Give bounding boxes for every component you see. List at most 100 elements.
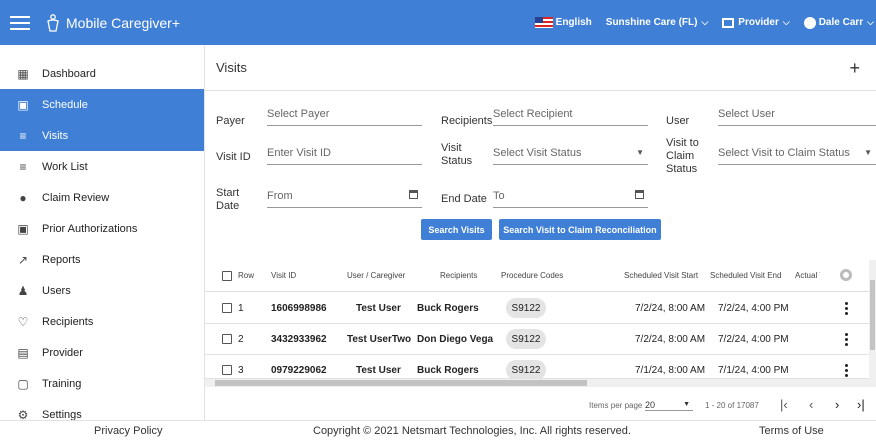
items-per-page-select[interactable]: 20 ▼ — [645, 400, 693, 411]
sidebar-item-label: Training — [42, 377, 82, 390]
row-actions-icon[interactable] — [845, 364, 848, 378]
row-number: 2 — [238, 334, 244, 345]
training-icon: ▢ — [17, 376, 29, 391]
row-checkbox[interactable] — [222, 365, 232, 375]
calendar-icon[interactable] — [409, 190, 418, 199]
visit-status-label: Visit Status — [441, 142, 473, 167]
last-page-icon[interactable]: ›| — [857, 397, 865, 412]
filter-icon: ≡ — [19, 128, 27, 143]
table-row[interactable]: 2 3432933962 Test UserTwo Don Diego Vega… — [205, 324, 876, 355]
next-page-icon[interactable]: › — [835, 397, 839, 412]
role-selector[interactable]: Provider ⌵ — [722, 17, 790, 28]
visit-start-cell: 7/2/24, 8:00 AM — [635, 334, 706, 345]
items-per-page-value: 20 — [645, 400, 656, 410]
procedure-code-chip: S9122 — [506, 298, 546, 318]
recipients-select[interactable]: Select Recipient — [493, 106, 648, 126]
scroll-thumb[interactable] — [215, 380, 587, 386]
visit-id-input[interactable]: Enter Visit ID — [267, 145, 422, 165]
table-horizontal-scrollbar[interactable] — [205, 379, 876, 387]
chevron-down-icon: ⌵ — [701, 17, 709, 27]
page-header: Visits + — [205, 45, 876, 91]
payer-label: Payer — [216, 115, 245, 127]
row-checkbox[interactable] — [222, 334, 232, 344]
calendar-check-icon: ▣ — [17, 221, 29, 236]
us-flag-icon — [534, 17, 553, 28]
sidebar-item-label: Reports — [42, 253, 81, 266]
start-date-input[interactable]: From — [267, 188, 422, 208]
agency-selector[interactable]: Sunshine Care (FL) ⌵ — [606, 17, 709, 28]
sidebar-item-visits[interactable]: ≡ Visits — [0, 120, 204, 151]
sidebar-item-claim-review[interactable]: ● Claim Review — [0, 182, 204, 213]
sidebar-item-work-list[interactable]: ≡ Work List — [0, 151, 204, 182]
end-date-label: End Date — [441, 193, 487, 205]
brand: Mobile Caregiver+ — [46, 13, 180, 32]
column-header-row: Row — [238, 271, 255, 280]
user-menu[interactable]: Dale Carr ⌵ — [803, 16, 874, 29]
privacy-policy-link[interactable]: Privacy Policy — [94, 425, 162, 437]
alert-icon: ● — [19, 190, 27, 205]
menu-icon[interactable] — [10, 15, 30, 30]
user-cell: Test UserTwo — [347, 334, 412, 345]
page-title: Visits — [216, 60, 247, 75]
claim-status-select[interactable]: Select Visit to Claim Status ▼ — [718, 145, 876, 165]
sidebar-item-prior-authorizations[interactable]: ▣ Prior Authorizations — [0, 213, 204, 244]
row-actions-icon[interactable] — [845, 302, 848, 317]
copyright-text: Copyright © 2021 Netsmart Technologies, … — [313, 425, 631, 437]
sidebar: ▦ Dashboard ▣ Schedule ≡ Visits ≡ Work L… — [0, 58, 204, 421]
sidebar-item-schedule[interactable]: ▣ Schedule — [0, 89, 204, 120]
scroll-thumb[interactable] — [870, 280, 875, 350]
calendar-icon: ▣ — [17, 97, 29, 112]
recipient-cell: Don Diego Vega — [417, 334, 494, 345]
sidebar-item-label: Settings — [42, 408, 82, 421]
visit-start-cell: 7/1/24, 8:00 AM — [635, 365, 706, 376]
sidebar-item-training[interactable]: ▢ Training — [0, 368, 204, 399]
calendar-icon[interactable] — [635, 190, 644, 199]
terms-of-use-link[interactable]: Terms of Use — [759, 425, 824, 437]
procedure-code-chip: S9122 — [506, 329, 546, 349]
end-date-input[interactable]: To — [493, 188, 648, 208]
account-icon — [803, 16, 816, 29]
dropdown-arrow-icon: ▼ — [636, 148, 644, 157]
language-label: English — [555, 17, 592, 28]
row-checkbox[interactable] — [222, 303, 232, 313]
table-row[interactable]: 3 0979229062 Test User Buck Rogers S9122… — [205, 355, 876, 379]
column-header-actual-visit: Actual V — [795, 271, 820, 280]
column-settings-gear-icon[interactable] — [840, 269, 852, 281]
top-app-bar: Mobile Caregiver+ English Sunshine Care … — [0, 0, 876, 45]
user-label: User — [666, 115, 690, 127]
dropdown-arrow-icon: ▼ — [683, 401, 690, 408]
payer-select[interactable]: Select Payer — [267, 106, 422, 126]
table-row[interactable]: 1 1606998986 Test User Buck Rogers S9122… — [205, 293, 876, 324]
agency-label: Sunshine Care (FL) — [605, 17, 698, 28]
row-actions-icon[interactable] — [845, 333, 848, 348]
sidebar-item-recipients[interactable]: ♡ Recipients — [0, 306, 204, 337]
list-icon: ≡ — [19, 159, 27, 174]
sidebar-item-provider[interactable]: ▤ Provider — [0, 337, 204, 368]
add-visit-button[interactable]: + — [849, 58, 860, 79]
row-number: 1 — [238, 303, 244, 314]
select-all-checkbox[interactable] — [222, 271, 232, 281]
dropdown-arrow-icon: ▼ — [864, 148, 872, 157]
column-header-recipients: Recipients — [440, 271, 478, 280]
language-selector[interactable]: English — [534, 17, 592, 28]
column-header-visit-id: Visit ID — [271, 271, 297, 280]
sidebar-item-reports[interactable]: ↗ Reports — [0, 244, 204, 275]
column-header-user: User / Caregiver — [347, 271, 406, 280]
sidebar-item-label: Claim Review — [42, 191, 110, 204]
sidebar-item-users[interactable]: ♟ Users — [0, 275, 204, 306]
table-vertical-scrollbar[interactable] — [869, 260, 876, 380]
visit-start-cell: 7/2/24, 8:00 AM — [635, 303, 706, 314]
end-date-placeholder: To — [493, 190, 505, 202]
search-reconciliation-button[interactable]: Search Visit to Claim Reconciliation — [499, 219, 661, 240]
sidebar-item-dashboard[interactable]: ▦ Dashboard — [0, 58, 204, 89]
first-page-icon[interactable]: |‹ — [780, 397, 788, 412]
items-per-page-label: Items per page — [589, 401, 643, 410]
table-header: Row Visit ID User / Caregiver Recipients… — [205, 260, 876, 292]
recipients-icon: ♡ — [17, 314, 29, 329]
search-visits-button[interactable]: Search Visits — [421, 219, 492, 240]
user-select[interactable]: Select User — [718, 106, 876, 126]
visit-status-select[interactable]: Select Visit Status ▼ — [493, 145, 648, 165]
user-cell: Test User — [356, 365, 401, 376]
previous-page-icon[interactable]: ‹ — [809, 397, 813, 412]
recipient-cell: Buck Rogers — [417, 365, 479, 376]
